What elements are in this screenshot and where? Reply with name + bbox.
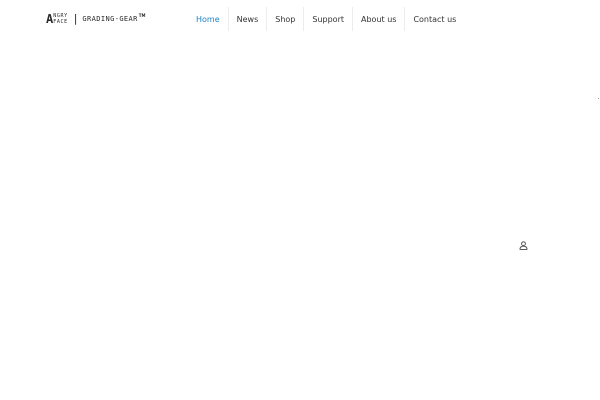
logo-brand: GRADING-GEAR <box>82 15 138 23</box>
nav-item-shop[interactable]: Shop <box>267 7 305 31</box>
site-header: A NGRY FACE | GRADING-GEAR TM Home News … <box>0 0 600 38</box>
logo-stack: NGRY FACE <box>53 12 68 25</box>
main-nav: Home News Shop Support About us Contact … <box>188 7 464 31</box>
logo-line-top: NGRY <box>53 12 68 19</box>
logo-trademark: TM <box>138 13 146 18</box>
logo-line-bottom: FACE <box>53 18 68 25</box>
user-icon[interactable] <box>519 235 528 250</box>
nav-item-contact-us[interactable]: Contact us <box>405 7 464 31</box>
page: A NGRY FACE | GRADING-GEAR TM Home News … <box>0 0 600 400</box>
nav-item-support[interactable]: Support <box>304 7 353 31</box>
stray-dot <box>598 98 599 99</box>
site-logo[interactable]: A NGRY FACE | GRADING-GEAR TM <box>46 12 146 26</box>
nav-item-news[interactable]: News <box>229 7 268 31</box>
logo-mark: A NGRY FACE <box>46 13 68 25</box>
nav-item-home[interactable]: Home <box>188 7 229 31</box>
nav-item-about-us[interactable]: About us <box>353 7 406 31</box>
logo-letter: A <box>46 12 53 26</box>
user-icon-svg <box>519 241 528 250</box>
logo-separator: | <box>73 12 78 25</box>
